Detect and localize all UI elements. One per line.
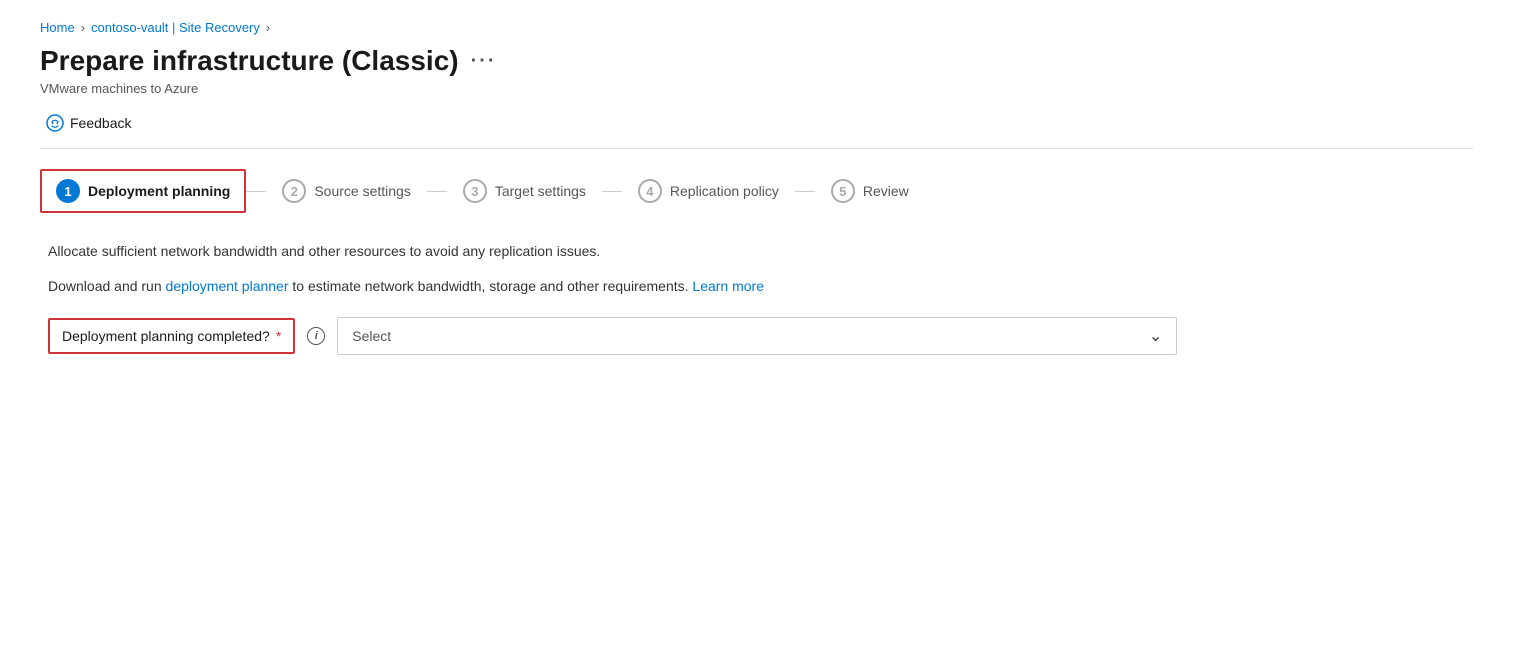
step-1-number: 1 <box>56 179 80 203</box>
step-3-label: Target settings <box>495 183 586 199</box>
description-2-middle: to estimate network bandwidth, storage a… <box>289 278 693 294</box>
step-divider-3 <box>602 191 622 192</box>
select-placeholder: Select <box>352 328 391 344</box>
step-deployment-planning[interactable]: 1 Deployment planning <box>40 169 246 213</box>
description-2-prefix: Download and run <box>48 278 166 294</box>
step-review[interactable]: 5 Review <box>815 169 925 213</box>
content-area: Allocate sufficient network bandwidth an… <box>40 241 1473 355</box>
page-subtitle: VMware machines to Azure <box>40 81 1473 96</box>
step-5-number: 5 <box>831 179 855 203</box>
step-divider-4 <box>795 191 815 192</box>
breadcrumb-home[interactable]: Home <box>40 20 75 35</box>
deployment-planning-label: Deployment planning completed? <box>62 328 270 344</box>
step-replication-policy[interactable]: 4 Replication policy <box>622 169 795 213</box>
step-4-number: 4 <box>638 179 662 203</box>
breadcrumb-sep1: › <box>81 20 85 35</box>
deployment-planning-form-row: Deployment planning completed? * i Selec… <box>48 317 1465 355</box>
description-2: Download and run deployment planner to e… <box>48 276 1465 297</box>
page-title-row: Prepare infrastructure (Classic) ··· <box>40 45 1473 77</box>
breadcrumb: Home › contoso-vault | Site Recovery › <box>40 20 1473 35</box>
step-3-number: 3 <box>463 179 487 203</box>
breadcrumb-sep2: › <box>266 20 270 35</box>
breadcrumb-vault[interactable]: contoso-vault | Site Recovery <box>91 20 260 35</box>
learn-more-link[interactable]: Learn more <box>692 278 764 294</box>
deployment-planner-link[interactable]: deployment planner <box>166 278 289 294</box>
feedback-button[interactable]: Feedback <box>40 110 137 136</box>
step-2-label: Source settings <box>314 183 411 199</box>
toolbar: Feedback <box>40 110 1473 149</box>
step-target-settings[interactable]: 3 Target settings <box>447 169 602 213</box>
required-star: * <box>276 328 281 344</box>
step-2-number: 2 <box>282 179 306 203</box>
feedback-icon <box>46 114 64 132</box>
step-divider-1 <box>246 191 266 192</box>
page: Home › contoso-vault | Site Recovery › P… <box>0 0 1513 649</box>
step-divider-2 <box>427 191 447 192</box>
step-4-label: Replication policy <box>670 183 779 199</box>
feedback-label: Feedback <box>70 115 131 131</box>
deployment-planning-select[interactable]: Select ⌄ <box>337 317 1177 355</box>
page-title: Prepare infrastructure (Classic) <box>40 45 459 77</box>
description-1: Allocate sufficient network bandwidth an… <box>48 241 1465 262</box>
deployment-planning-label-box: Deployment planning completed? * <box>48 318 295 354</box>
chevron-down-icon: ⌄ <box>1149 326 1162 346</box>
step-1-label: Deployment planning <box>88 183 230 199</box>
step-5-label: Review <box>863 183 909 199</box>
wizard-steps: 1 Deployment planning 2 Source settings … <box>40 169 1473 213</box>
info-icon[interactable]: i <box>307 327 325 345</box>
more-options-icon[interactable]: ··· <box>471 50 497 73</box>
step-source-settings[interactable]: 2 Source settings <box>266 169 427 213</box>
